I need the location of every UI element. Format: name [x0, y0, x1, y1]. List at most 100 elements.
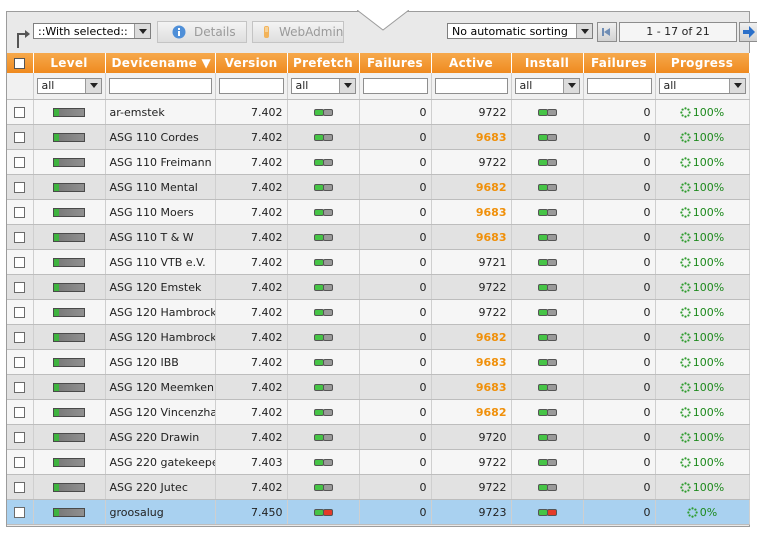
device-name[interactable]: ASG 220 Drawin [105, 424, 216, 450]
row-checkbox[interactable] [14, 132, 26, 143]
device-name[interactable]: ASG 110 T & W [105, 224, 216, 250]
table-row[interactable]: ASG 120 Hambrock 7.402 0 9682 0 100% [7, 324, 750, 350]
col-level[interactable]: Level [33, 53, 106, 73]
row-checkbox[interactable] [14, 457, 26, 468]
level-indicator [53, 383, 85, 392]
next-page-button[interactable] [739, 22, 757, 42]
filter-version-input[interactable] [218, 78, 284, 94]
prefetch-status-icon [313, 431, 333, 444]
table-row[interactable]: ASG 120 Meemken 7.402 0 9683 0 100% [7, 374, 750, 400]
install-failures: 0 [583, 424, 656, 450]
row-checkbox[interactable] [14, 482, 26, 493]
webadmin-button[interactable]: WebAdmin [252, 21, 344, 43]
chevron-down-icon[interactable] [84, 79, 101, 93]
filter-devicename-input[interactable] [108, 78, 212, 94]
table-row[interactable]: ASG 120 Vincenzhaus7.402096820100% [7, 399, 750, 425]
row-checkbox[interactable] [14, 232, 26, 243]
table-row[interactable]: ASG 110 T & W 7.402 0 9683 0 100% [7, 224, 750, 250]
filter-prefetch-select[interactable]: all [290, 78, 356, 94]
filter-install-select[interactable]: all [514, 78, 580, 94]
table-row[interactable]: ASG 120 Emstek 7.402 0 9722 0 100% [7, 274, 750, 300]
table-row[interactable]: ASG 110 Mental 7.402 0 9682 0 100% [7, 174, 750, 200]
device-name[interactable]: ASG 110 VTB e.V. [105, 249, 216, 275]
prefetch-failures: 0 [359, 249, 432, 275]
chevron-down-icon[interactable] [576, 24, 592, 38]
table-row[interactable]: ASG 110 Moers 7.402 0 9683 0 100% [7, 199, 750, 225]
row-checkbox[interactable] [14, 282, 26, 293]
chevron-down-icon[interactable] [562, 79, 579, 93]
select-all-checkbox[interactable] [14, 58, 26, 69]
active-value: 9721 [431, 249, 512, 275]
col-failures-prefetch[interactable]: Failures [359, 53, 432, 73]
table-row[interactable]: ASG 110 Freimann 7.402 0 9722 0 100% [7, 149, 750, 175]
device-name[interactable]: ASG 110 Cordes [105, 124, 216, 150]
device-name[interactable]: ASG 220 gatekeeper [105, 449, 216, 475]
col-prefetch[interactable]: Prefetch [287, 53, 360, 73]
with-selected-dropdown[interactable]: ::With selected:: [33, 23, 151, 39]
device-name[interactable]: ASG 120 IBB [105, 349, 216, 375]
progress-spinner-icon [680, 232, 691, 243]
active-value: 9722 [431, 449, 512, 475]
device-name[interactable]: ASG 120 Vincenzhaus [105, 399, 216, 425]
table-row[interactable]: ASG 220 gatekeeper 7.403 0 9722 0 100% [7, 449, 750, 475]
row-checkbox[interactable] [14, 507, 26, 518]
device-name[interactable]: ASG 110 Freimann [105, 149, 216, 175]
chevron-down-icon[interactable] [338, 79, 355, 93]
row-checkbox[interactable] [14, 432, 26, 443]
chevron-down-icon[interactable] [134, 24, 150, 38]
col-devicename[interactable]: Devicename ▼ [105, 53, 216, 73]
row-checkbox[interactable] [14, 157, 26, 168]
table-row[interactable]: ASG 120 IBB 7.402 0 9683 0 100% [7, 349, 750, 375]
filter-failures-install-input[interactable] [586, 78, 652, 94]
install-status-icon [537, 481, 557, 494]
prefetch-status-icon [313, 181, 333, 194]
install-status-icon [537, 406, 557, 419]
active-value: 9682 [431, 324, 512, 350]
device-version: 7.402 [215, 374, 288, 400]
row-checkbox[interactable] [14, 207, 26, 218]
filter-active-input[interactable] [434, 78, 508, 94]
row-checkbox[interactable] [14, 332, 26, 343]
device-panel: ::With selected:: Details WebAdmin No au… [6, 11, 757, 527]
table-row[interactable]: ASG 110 VTB e.V. 7.402 0 9721 0 100% [7, 249, 750, 275]
install-status-icon [537, 156, 557, 169]
col-active[interactable]: Active [431, 53, 512, 73]
row-checkbox[interactable] [14, 407, 26, 418]
table-row[interactable]: ar-emstek 7.402 0 9722 0 100% [7, 99, 750, 125]
col-failures-install[interactable]: Failures [583, 53, 656, 73]
table-row[interactable]: ASG 110 Cordes 7.402 0 9683 0 100% [7, 124, 750, 150]
table-row[interactable]: ASG 220 Jutec 7.402 0 9722 0 100% [7, 474, 750, 500]
chevron-down-icon[interactable] [728, 79, 745, 93]
row-checkbox[interactable] [14, 107, 26, 118]
row-checkbox[interactable] [14, 257, 26, 268]
row-checkbox[interactable] [14, 382, 26, 393]
sorting-dropdown[interactable]: No automatic sorting [447, 23, 593, 39]
table-row[interactable]: groosalug 7.450 0 9723 0 0% [7, 499, 750, 525]
device-name[interactable]: ASG 120 Emstek [105, 274, 216, 300]
filter-level-select[interactable]: all [36, 78, 102, 94]
row-checkbox[interactable] [14, 357, 26, 368]
device-name[interactable]: ar-emstek [105, 99, 216, 125]
col-install[interactable]: Install [511, 53, 584, 73]
device-name[interactable]: ASG 110 Moers [105, 199, 216, 225]
filter-install-value: all [519, 79, 533, 92]
row-checkbox[interactable] [14, 182, 26, 193]
table-row[interactable]: ASG 220 Drawin 7.402 0 9720 0 100% [7, 424, 750, 450]
device-name[interactable]: groosalug [105, 499, 216, 525]
col-version[interactable]: Version [215, 53, 288, 73]
details-button[interactable]: Details [157, 21, 247, 43]
device-version: 7.402 [215, 99, 288, 125]
filter-failures-prefetch-input[interactable] [362, 78, 428, 94]
row-checkbox[interactable] [14, 307, 26, 318]
device-name[interactable]: ASG 120 Hambrock [105, 299, 216, 325]
prev-page-button[interactable] [597, 22, 617, 42]
table-row[interactable]: ASG 120 Hambrock 7.402 0 9722 0 100% [7, 299, 750, 325]
install-status-icon [537, 106, 557, 119]
col-progress[interactable]: Progress [655, 53, 750, 73]
device-name[interactable]: ASG 220 Jutec [105, 474, 216, 500]
filter-progress-select[interactable]: all [658, 78, 746, 94]
device-version: 7.402 [215, 224, 288, 250]
device-name[interactable]: ASG 110 Mental [105, 174, 216, 200]
device-name[interactable]: ASG 120 Hambrock [105, 324, 216, 350]
device-name[interactable]: ASG 120 Meemken [105, 374, 216, 400]
